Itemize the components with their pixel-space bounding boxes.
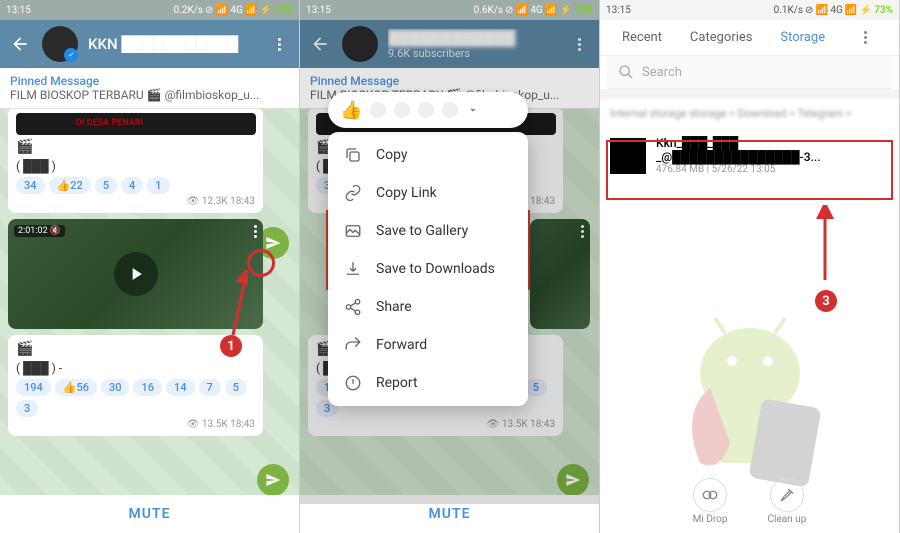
play-button[interactable] bbox=[114, 252, 158, 296]
menu-copy[interactable]: Copy bbox=[328, 136, 528, 174]
reaction-chip[interactable]: 4 bbox=[121, 177, 143, 194]
message-caption: ( ███ ) - bbox=[16, 361, 255, 375]
menu-save-gallery[interactable]: Save to Gallery bbox=[328, 212, 528, 250]
pinned-text: FILM BIOSKOP TERBARU 🎬 @filmbioskop_u... bbox=[10, 88, 289, 102]
status-bar: 13:15 0.1K/s ⊘ 📶 4G 📶 ⚡ 73% bbox=[600, 0, 899, 20]
pinned-message[interactable]: Pinned Message FILM BIOSKOP TERBARU 🎬 @f… bbox=[0, 68, 299, 109]
subscriber-count: 9.6K subscribers bbox=[388, 47, 557, 60]
reaction-chip[interactable]: 14 bbox=[166, 379, 195, 396]
reaction-chip[interactable]: 194 bbox=[16, 379, 51, 396]
share-icon bbox=[344, 298, 362, 316]
status-time: 13:15 bbox=[6, 5, 31, 16]
telegram-header: ████████████ 9.6K subscribers bbox=[300, 20, 599, 68]
reaction-chip[interactable]: 3 bbox=[16, 400, 38, 417]
forward-icon bbox=[344, 336, 362, 354]
search-icon bbox=[618, 64, 634, 80]
search-bar[interactable]: Search bbox=[606, 56, 893, 89]
video-message bbox=[530, 219, 589, 329]
reactions-row: 194 👍56 30 16 14 7 5 3 bbox=[16, 379, 255, 417]
annotation-callout-3: 3 bbox=[815, 290, 837, 312]
reaction-chip[interactable]: 1 bbox=[147, 177, 169, 194]
menu-forward[interactable]: Forward bbox=[328, 326, 528, 364]
mute-button[interactable]: MUTE bbox=[0, 495, 299, 533]
reaction-chip[interactable]: 5 bbox=[225, 379, 247, 396]
tab-storage[interactable]: Storage bbox=[780, 30, 825, 45]
channel-avatar[interactable] bbox=[342, 26, 378, 62]
video-duration: 2:01:02 🔇 bbox=[14, 225, 65, 237]
file-manager-tabs: Recent Categories Storage bbox=[600, 20, 899, 56]
chat-body[interactable]: DI DESA PENARI 🎬 ( ███ ) 34 👍22 5 4 1 👁 … bbox=[0, 109, 299, 504]
action-cleanup[interactable]: Clean up bbox=[768, 478, 807, 525]
header-menu-button[interactable] bbox=[267, 38, 291, 51]
channel-title: ████████████ bbox=[388, 29, 557, 47]
share-fab[interactable] bbox=[557, 464, 589, 496]
video-options-button[interactable] bbox=[254, 225, 257, 238]
tab-categories[interactable]: Categories bbox=[690, 30, 753, 45]
link-icon bbox=[344, 184, 362, 202]
annotation-circle bbox=[247, 249, 275, 277]
verified-icon bbox=[64, 48, 78, 62]
reaction-chip[interactable]: 16 bbox=[133, 379, 162, 396]
share-fab[interactable] bbox=[257, 464, 289, 496]
message-caption: ( ███ ) bbox=[16, 159, 255, 173]
battery-indicator: 73% bbox=[274, 5, 293, 16]
status-bar: 13:15 0.6K/s ⊘ 📶 4G 📶 ⚡ 73% bbox=[300, 0, 599, 20]
annotation-arrow bbox=[218, 270, 248, 340]
reaction-chip[interactable]: 👍56 bbox=[55, 379, 97, 396]
header-menu-button[interactable] bbox=[567, 38, 591, 51]
reaction-picker[interactable]: 👍 bbox=[328, 92, 528, 128]
screen-3-file-manager: 13:15 0.1K/s ⊘ 📶 4G 📶 ⚡ 73% Recent Categ… bbox=[600, 0, 900, 533]
screen-1-telegram-chat: 13:15 0.2K/s ⊘ 📶 4G 📶 ⚡ 73% KKN ████████… bbox=[0, 0, 300, 533]
menu-save-downloads[interactable]: Save to Downloads bbox=[328, 250, 528, 288]
status-bar: 13:15 0.2K/s ⊘ 📶 4G 📶 ⚡ 73% bbox=[0, 0, 299, 20]
tabs-menu-button[interactable] bbox=[853, 31, 877, 44]
watermark-logo bbox=[660, 293, 840, 493]
screen-2-context-menu: 13:15 0.6K/s ⊘ 📶 4G 📶 ⚡ 73% ████████████… bbox=[300, 0, 600, 533]
back-button[interactable] bbox=[308, 34, 332, 54]
menu-share[interactable]: Share bbox=[328, 288, 528, 326]
reaction-chip[interactable]: 7 bbox=[199, 379, 221, 396]
reaction-chip[interactable]: 34 bbox=[16, 177, 45, 194]
gallery-icon bbox=[344, 222, 362, 240]
reaction-chip[interactable]: 30 bbox=[101, 379, 130, 396]
action-midrop[interactable]: Mi Drop bbox=[693, 478, 728, 525]
file-manager-actions: Mi Drop Clean up bbox=[600, 478, 899, 525]
midrop-icon bbox=[701, 486, 719, 504]
reaction-chip[interactable]: 5 bbox=[95, 177, 117, 194]
thumbs-up-reaction[interactable]: 👍 bbox=[340, 100, 362, 121]
context-menu: Copy Copy Link Save to Gallery Save to D… bbox=[328, 132, 528, 406]
pinned-label: Pinned Message bbox=[10, 74, 289, 88]
broom-icon bbox=[778, 486, 796, 504]
download-icon bbox=[344, 260, 362, 278]
search-placeholder: Search bbox=[642, 65, 682, 80]
chevron-down-icon[interactable] bbox=[466, 103, 480, 117]
reactions-row: 34 👍22 5 4 1 bbox=[16, 177, 255, 194]
channel-title[interactable]: KKN ███████████ bbox=[88, 35, 257, 53]
channel-avatar[interactable] bbox=[42, 26, 78, 62]
breadcrumb[interactable]: Internal storage storage > Download > Te… bbox=[600, 99, 899, 128]
menu-report[interactable]: Report bbox=[328, 364, 528, 402]
annotation-callout-1: 1 bbox=[220, 335, 242, 357]
tab-recent[interactable]: Recent bbox=[622, 30, 662, 45]
message-1[interactable]: DI DESA PENARI 🎬 ( ███ ) 34 👍22 5 4 1 👁 … bbox=[8, 109, 263, 213]
video-thumbnail: DI DESA PENARI bbox=[16, 113, 256, 135]
menu-copy-link[interactable]: Copy Link bbox=[328, 174, 528, 212]
annotation-box bbox=[606, 140, 893, 200]
copy-icon bbox=[344, 146, 362, 164]
annotation-arrow bbox=[815, 205, 835, 285]
back-button[interactable] bbox=[8, 34, 32, 54]
reaction-chip[interactable]: 👍22 bbox=[49, 177, 91, 194]
report-icon bbox=[344, 374, 362, 392]
telegram-header: KKN ███████████ bbox=[0, 20, 299, 68]
